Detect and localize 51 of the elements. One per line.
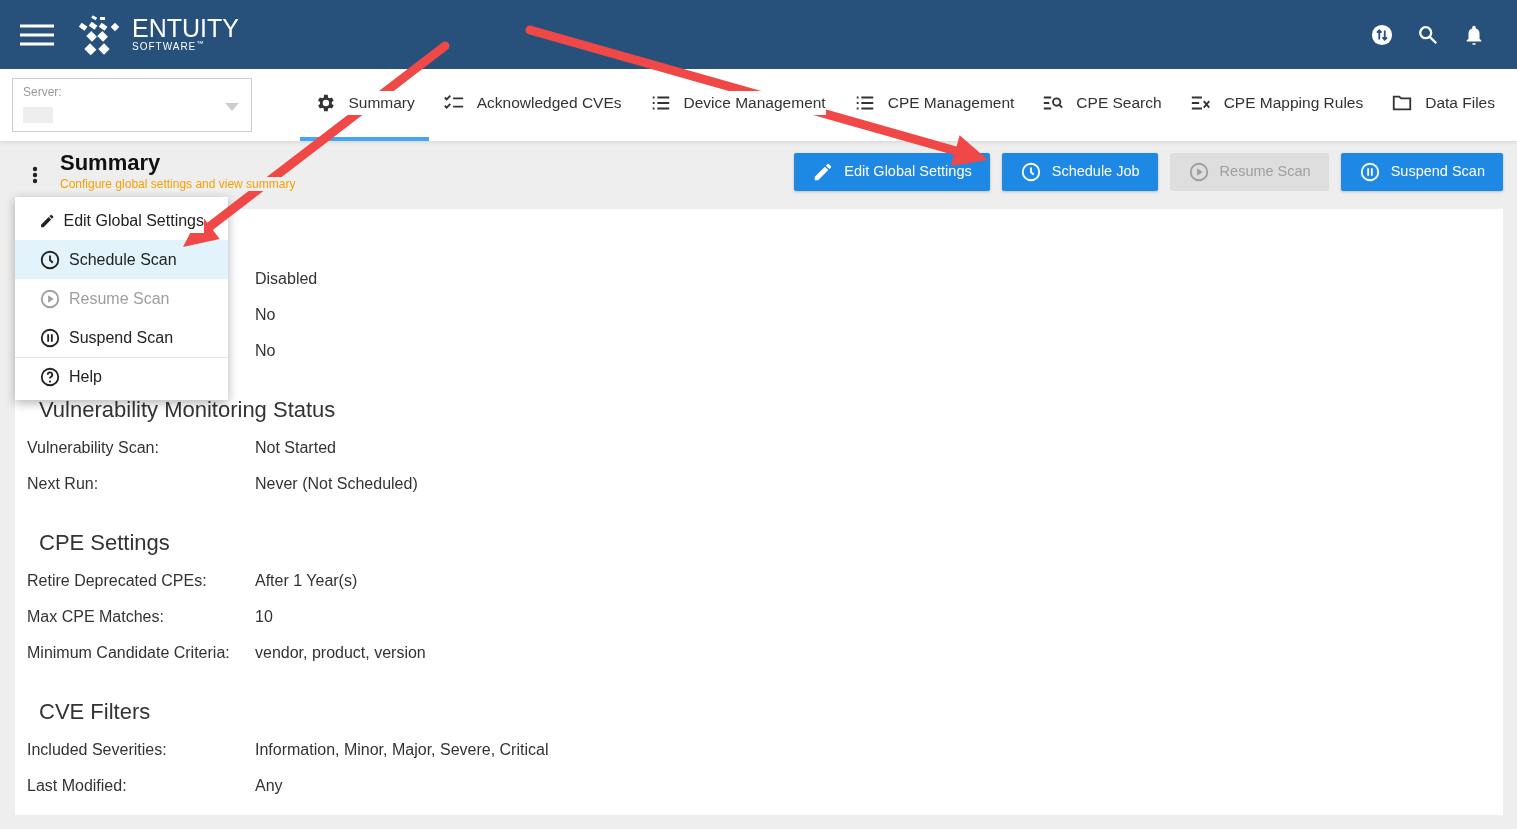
field-value: vendor, product, version bbox=[255, 643, 426, 664]
field-label: Vulnerability Scan: bbox=[27, 439, 159, 457]
tab[interactable]: Data Files bbox=[1377, 69, 1509, 141]
menu-item[interactable]: Suspend Scan bbox=[15, 318, 228, 357]
field-value: Any bbox=[255, 776, 283, 797]
sync-icon[interactable] bbox=[1371, 23, 1393, 46]
field-label: Included Severities: bbox=[27, 741, 167, 759]
action-button[interactable]: Schedule Job bbox=[1001, 153, 1158, 192]
section-heading: Vulnerability Monitoring Status bbox=[39, 397, 336, 423]
clock-icon bbox=[1019, 161, 1042, 184]
pause-icon bbox=[39, 326, 61, 349]
menu-item[interactable]: Help bbox=[15, 357, 228, 396]
field-value: Information, Minor, Major, Severe, Critical bbox=[255, 740, 549, 761]
tab[interactable]: CPE Management bbox=[839, 69, 1029, 141]
page-title: Summary bbox=[60, 151, 162, 176]
field-label: Max CPE Matches: bbox=[27, 608, 164, 626]
field-value: Never (Not Scheduled) bbox=[255, 474, 418, 495]
field-value: 10 bbox=[255, 607, 273, 628]
more-icon[interactable] bbox=[32, 166, 38, 185]
action-button[interactable]: Suspend Scan bbox=[1340, 153, 1503, 192]
caret-icon bbox=[225, 103, 239, 111]
field-value: No bbox=[255, 341, 276, 362]
brand-subtitle: SOFTWARE$^{™}$ bbox=[132, 41, 206, 53]
tab[interactable]: Device Management bbox=[635, 69, 840, 141]
play-icon bbox=[39, 287, 61, 310]
tab[interactable]: CPE Search bbox=[1028, 69, 1176, 141]
play-icon bbox=[1187, 161, 1210, 184]
section-heading: CVE Filters bbox=[39, 699, 151, 725]
tab[interactable]: Summary bbox=[300, 69, 429, 141]
field-label: Minimum Candidate Criteria: bbox=[27, 644, 230, 662]
field-value: After 1 Year(s) bbox=[255, 571, 358, 592]
page-subtitle: Configure global settings and view summary bbox=[60, 177, 296, 192]
search-icon[interactable] bbox=[1417, 23, 1439, 46]
field-label: Server: bbox=[23, 84, 63, 101]
field-value: Disabled bbox=[255, 269, 318, 290]
menu-item[interactable]: Schedule Scan bbox=[15, 240, 228, 279]
field-value: Not Started bbox=[255, 438, 336, 459]
field-value: No bbox=[255, 305, 276, 326]
menu-icon[interactable] bbox=[20, 22, 54, 47]
clock-icon bbox=[39, 248, 61, 271]
section-heading: CPE Settings bbox=[39, 530, 170, 556]
field-label: Last Modified: bbox=[27, 777, 127, 795]
action-button[interactable]: Edit Global Settings bbox=[794, 153, 990, 192]
pause-icon bbox=[1358, 161, 1381, 184]
tab[interactable]: Acknowledged CVEs bbox=[428, 69, 636, 141]
tab[interactable]: CPE Mapping Rules bbox=[1175, 69, 1378, 141]
brand-name: ENTUITY bbox=[132, 16, 239, 41]
field-label: Next Run: bbox=[27, 475, 99, 493]
field-label: Retire Deprecated CPEs: bbox=[27, 572, 207, 590]
help-icon bbox=[39, 366, 61, 388]
menu-item[interactable]: Edit Global Settings bbox=[15, 201, 228, 240]
